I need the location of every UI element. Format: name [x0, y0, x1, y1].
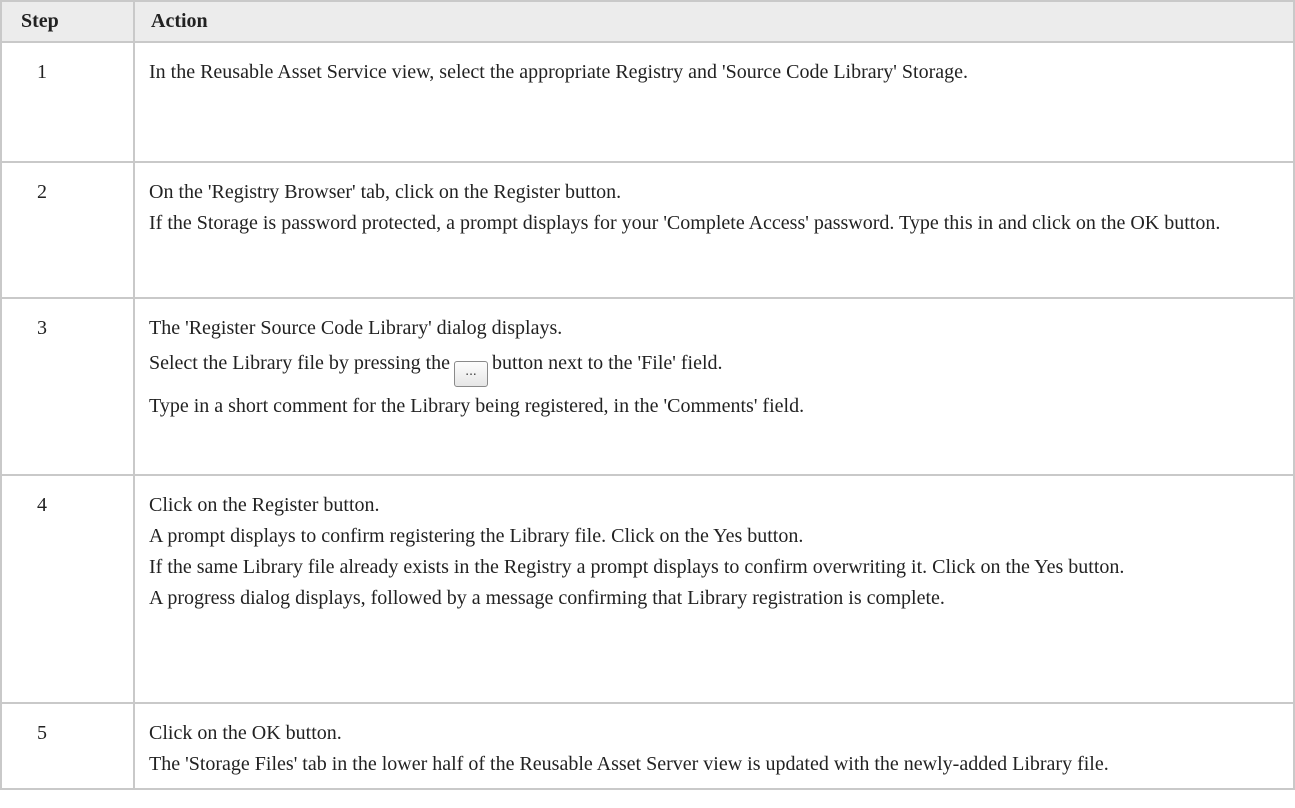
browse-ellipsis-button[interactable]: ... [454, 361, 489, 387]
steps-table: Step Action 1 In the Reusable Asset Serv… [0, 0, 1295, 790]
step-number: 2 [37, 181, 47, 203]
step-cell: 3 [0, 297, 135, 476]
action-text: The 'Storage Files' tab in the lower hal… [149, 753, 1109, 775]
action-text: If the same Library file already exists … [149, 556, 1125, 578]
action-cell: Click on the Register button. A prompt d… [133, 474, 1295, 704]
step-cell: 1 [0, 41, 135, 163]
table-header-row: Step Action [0, 0, 1295, 43]
step-number: 5 [37, 722, 47, 744]
action-text: Click on the Register button. [149, 494, 380, 516]
step-number: 3 [37, 317, 47, 339]
header-action: Action [133, 0, 1295, 43]
table-row: 1 In the Reusable Asset Service view, se… [0, 41, 1295, 163]
step-cell: 5 [0, 702, 135, 790]
table-row: 3 The 'Register Source Code Library' dia… [0, 297, 1295, 476]
table-row: 5 Click on the OK button. The 'Storage F… [0, 702, 1295, 790]
step-number: 4 [37, 494, 47, 516]
action-text: Type in a short comment for the Library … [149, 395, 805, 417]
step-cell: 4 [0, 474, 135, 704]
action-cell: In the Reusable Asset Service view, sele… [133, 41, 1295, 163]
action-text: A progress dialog displays, followed by … [149, 587, 945, 609]
table-row: 2 On the 'Registry Browser' tab, click o… [0, 161, 1295, 299]
file-line-after: button next to the 'File' field. [492, 352, 723, 374]
action-text: In the Reusable Asset Service view, sele… [149, 61, 968, 83]
action-text: On the 'Registry Browser' tab, click on … [149, 181, 622, 203]
file-line-before: Select the Library file by pressing the [149, 352, 451, 374]
step-cell: 2 [0, 161, 135, 299]
action-text-file-line: Select the Library file by pressing the.… [149, 352, 1279, 387]
action-text: The 'Register Source Code Library' dialo… [149, 317, 563, 339]
action-cell: The 'Register Source Code Library' dialo… [133, 297, 1295, 476]
step-number: 1 [37, 61, 47, 83]
action-text: Click on the OK button. [149, 722, 342, 744]
action-text: A prompt displays to confirm registering… [149, 525, 804, 547]
action-cell: Click on the OK button. The 'Storage Fil… [133, 702, 1295, 790]
header-step: Step [0, 0, 135, 43]
action-text: If the Storage is password protected, a … [149, 212, 1221, 234]
action-cell: On the 'Registry Browser' tab, click on … [133, 161, 1295, 299]
table-row: 4 Click on the Register button. A prompt… [0, 474, 1295, 704]
